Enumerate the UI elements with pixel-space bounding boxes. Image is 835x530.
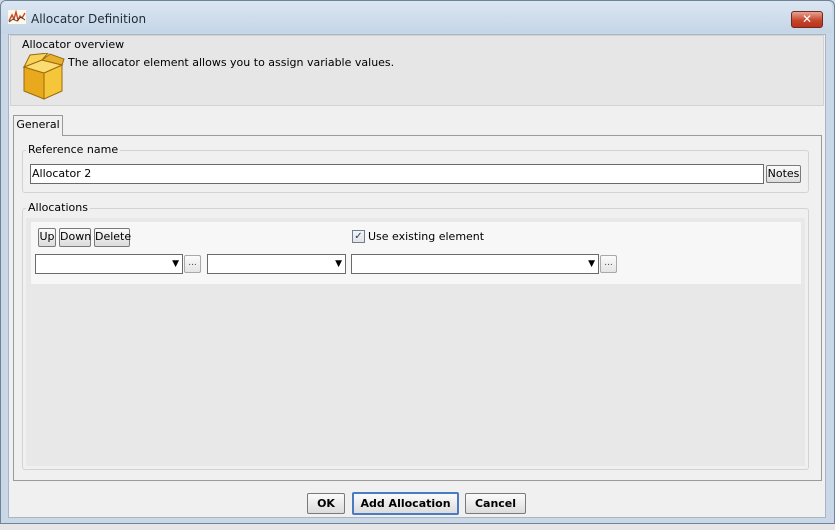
box-icon [20,52,66,101]
use-existing-checkbox[interactable]: ✓ [352,230,365,243]
overview-description: The allocator element allows you to assi… [68,56,395,69]
allocation-operator-select[interactable]: ▼ [207,254,346,274]
browse-target-button[interactable]: ... [184,255,201,273]
close-icon: ✕ [801,12,813,26]
overview-panel [10,35,824,106]
notes-button[interactable]: Notes [766,165,801,183]
background-window-strip [0,524,835,530]
allocation-value-select[interactable]: ▼ [351,254,599,274]
use-existing-label[interactable]: Use existing element [368,230,484,243]
delete-button[interactable]: Delete [94,228,131,247]
ok-button[interactable]: OK [307,493,345,514]
up-button[interactable]: Up [38,228,56,247]
window-title: Allocator Definition [31,12,147,26]
app-icon [8,9,26,24]
chevron-down-icon: ▼ [588,259,595,269]
reference-name-legend: Reference name [26,143,121,156]
allocation-target-select[interactable]: ▼ [35,254,183,274]
chevron-down-icon: ▼ [172,259,179,269]
checkmark-icon: ✓ [354,231,363,242]
close-button[interactable]: ✕ [791,11,823,28]
down-button[interactable]: Down [59,228,91,247]
tab-general[interactable]: General [13,115,63,136]
allocations-legend: Allocations [26,201,90,214]
browse-value-button[interactable]: ... [600,255,617,273]
cancel-button[interactable]: Cancel [465,493,526,514]
reference-name-input[interactable]: Allocator 2 [30,164,764,184]
overview-title: Allocator overview [22,38,125,51]
chevron-down-icon: ▼ [335,259,342,269]
add-allocation-button[interactable]: Add Allocation [352,492,459,515]
